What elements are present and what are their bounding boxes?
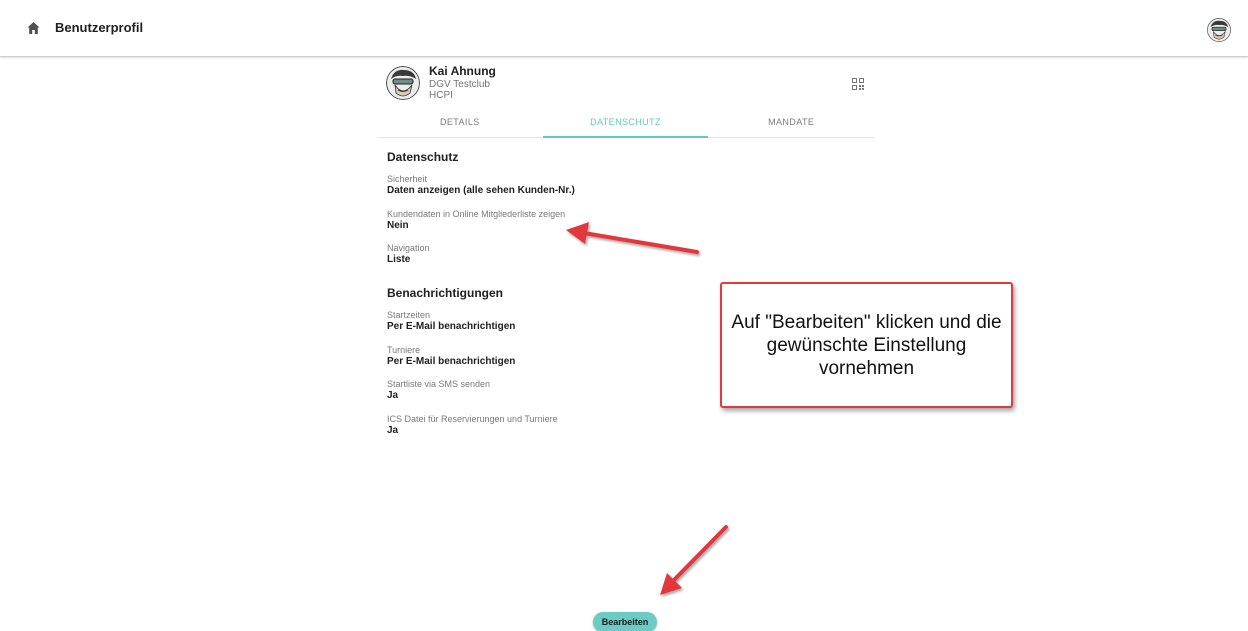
profile-hcpi: HCPI xyxy=(429,90,453,101)
qr-code-icon[interactable] xyxy=(852,77,864,90)
page: Benutzerprofil Kai Ahnung DGV Testclub H xyxy=(0,0,1248,631)
field-label-tournaments: Turniere xyxy=(387,345,421,355)
field-label-member-list: Kundendaten in Online Mitgliederliste ze… xyxy=(387,209,566,219)
user-avatar-icon[interactable] xyxy=(1207,18,1231,42)
avatar-icon xyxy=(386,66,420,100)
field-label-ics-file: ICS Datei für Reservierungen und Turnier… xyxy=(387,414,558,424)
annotation-callout: Auf "Bearbeiten" klicken und die gewünsc… xyxy=(720,282,1013,408)
field-value-tournaments: Per E-Mail benachrichtigen xyxy=(387,356,516,367)
home-icon[interactable] xyxy=(27,21,40,35)
profile-name: Kai Ahnung xyxy=(429,64,496,78)
field-label-security: Sicherheit xyxy=(387,174,428,184)
privacy-section-title: Datenschutz xyxy=(387,150,459,164)
field-value-ics-file: Ja xyxy=(387,425,399,436)
field-label-sms-start-list: Startliste via SMS senden xyxy=(387,379,491,389)
top-bar: Benutzerprofil xyxy=(0,0,1248,57)
field-value-security: Daten anzeigen (alle sehen Kunden-Nr.) xyxy=(387,185,575,196)
notifications-section-title: Benachrichtigungen xyxy=(387,286,504,300)
field-value-member-list: Nein xyxy=(387,220,409,231)
tab-datenschutz[interactable]: DATENSCHUTZ xyxy=(542,109,709,138)
profile-club: DGV Testclub xyxy=(429,79,490,90)
edit-button[interactable]: Bearbeiten xyxy=(593,612,657,631)
field-label-navigation: Navigation xyxy=(387,243,430,253)
profile-card: Kai Ahnung DGV Testclub HCPI DETAILS DAT… xyxy=(377,60,874,140)
arrow-icon xyxy=(566,222,699,254)
field-value-sms-start-list: Ja xyxy=(387,390,399,401)
annotation-text: Auf "Bearbeiten" klicken und die gewünsc… xyxy=(731,311,1002,379)
field-value-start-times: Per E-Mail benachrichtigen xyxy=(387,321,516,332)
tab-details[interactable]: DETAILS xyxy=(377,109,543,137)
arrow-icon xyxy=(660,525,728,595)
field-label-start-times: Startzeiten xyxy=(387,310,431,320)
field-value-navigation: Liste xyxy=(387,254,411,265)
page-title: Benutzerprofil xyxy=(55,20,144,35)
tab-mandate[interactable]: MANDATE xyxy=(708,109,874,137)
tab-bar: DETAILS DATENSCHUTZ MANDATE xyxy=(377,109,874,138)
